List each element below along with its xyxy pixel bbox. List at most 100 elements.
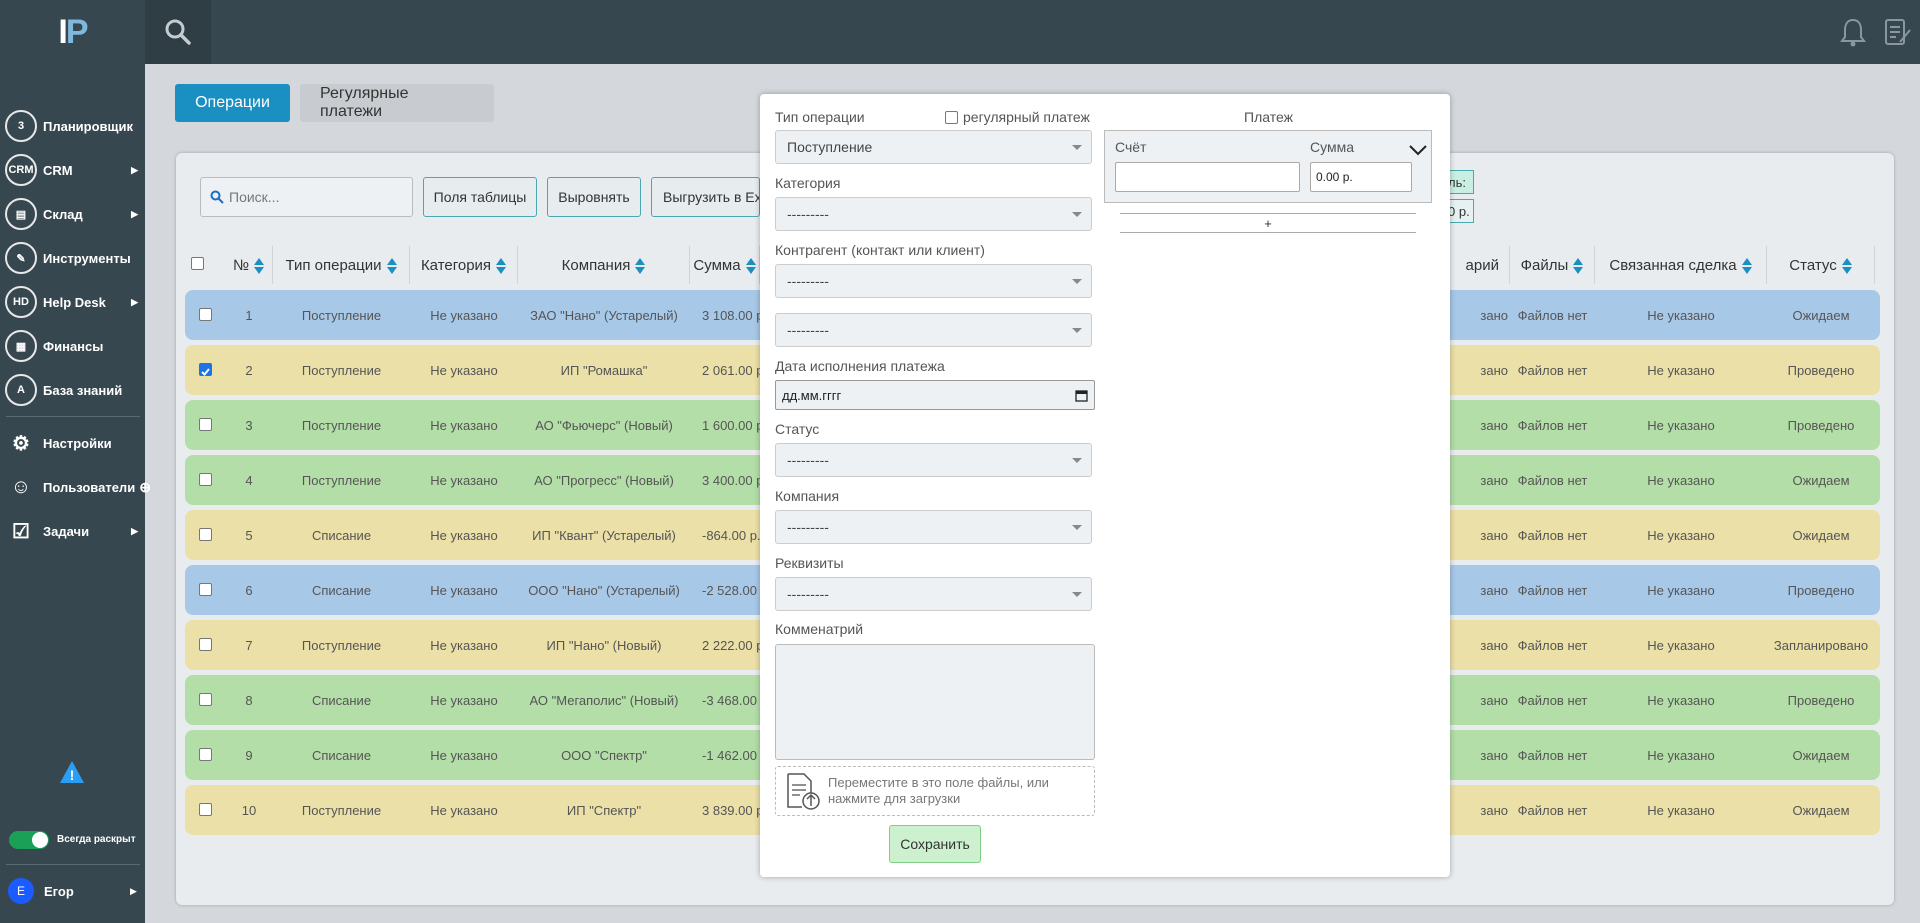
cell-files: Файлов нет <box>1517 417 1588 433</box>
row-checkbox[interactable] <box>199 528 212 541</box>
cell-category: Не указано <box>430 802 498 818</box>
requisites-select[interactable]: --------- <box>775 577 1092 611</box>
sidebar-item-users[interactable]: ☺ Пользователи ⊕ <box>0 469 151 505</box>
bell-icon[interactable] <box>1837 16 1869 48</box>
column-header-category[interactable]: Категория <box>410 246 518 284</box>
cell-files: Файлов нет <box>1517 692 1588 708</box>
counterparty-contact-select[interactable]: --------- <box>775 313 1092 347</box>
sidebar-item-label: Help Desk <box>43 294 106 310</box>
sort-icon[interactable] <box>249 256 265 274</box>
documents-icon[interactable] <box>1880 16 1912 48</box>
row-checkbox[interactable] <box>199 638 212 651</box>
user-name[interactable]: Егор <box>44 884 74 899</box>
cell-comment: зано <box>1480 747 1508 763</box>
file-dropzone[interactable]: Переместите в это поле файлы, или нажмит… <box>775 766 1095 816</box>
export-excel-button[interactable]: Выгрузить в Excel <box>651 177 760 217</box>
calendar-icon: 3 <box>5 110 37 142</box>
status-select[interactable]: --------- <box>775 443 1092 477</box>
row-checkbox[interactable] <box>199 748 212 761</box>
sidebar-item-wrench[interactable]: ✎ Инструменты <box>0 240 145 276</box>
avatar[interactable]: Е <box>8 878 34 904</box>
status-label: Статус <box>775 421 820 437</box>
column-header-type[interactable]: Тип операции <box>273 246 410 284</box>
cell-type: Списание <box>311 692 372 708</box>
chevron-down-icon <box>1072 145 1082 150</box>
always-open-toggle[interactable] <box>9 831 49 849</box>
category-select[interactable]: --------- <box>775 197 1092 231</box>
column-header-company[interactable]: Компания <box>518 246 690 284</box>
regular-payment-label: регулярный платеж <box>963 109 1090 125</box>
chevron-right-icon: ▶ <box>131 296 138 307</box>
sort-icon[interactable] <box>1568 256 1584 274</box>
counterparty-select[interactable]: --------- <box>775 264 1092 298</box>
account-input[interactable] <box>1115 162 1300 192</box>
cell-deal: Не указано <box>1647 362 1715 378</box>
row-checkbox[interactable] <box>199 693 212 706</box>
cell-num: 9 <box>245 747 253 763</box>
cell-status: Ожидаем <box>1792 472 1850 488</box>
comment-textarea[interactable] <box>775 644 1095 760</box>
cell-sum: 2 061.00 р. <box>702 362 760 378</box>
align-button[interactable]: Выровнять <box>547 177 641 217</box>
column-header-sum[interactable]: Сумма <box>690 246 760 284</box>
sidebar-item-helpdesk[interactable]: HD Help Desk ▶ <box>0 284 145 320</box>
row-checkbox[interactable] <box>199 803 212 816</box>
search-icon[interactable] <box>145 0 211 64</box>
column-header-num[interactable]: № <box>225 246 273 284</box>
sidebar-item-tasks[interactable]: ☑ Задачи ▶ <box>0 513 145 549</box>
sidebar-item-finance[interactable]: ▦ Финансы <box>0 328 145 364</box>
cell-category: Не указано <box>430 692 498 708</box>
select-all-checkbox[interactable] <box>191 257 204 270</box>
payment-title: Платеж <box>1244 109 1293 125</box>
row-checkbox[interactable] <box>199 363 212 376</box>
row-checkbox[interactable] <box>199 583 212 596</box>
user-menu-arrow-icon[interactable]: ▶ <box>130 886 137 897</box>
op-type-label: Тип операции <box>775 109 865 125</box>
logo-letter-p: P <box>65 12 89 51</box>
cell-files: Файлов нет <box>1517 747 1588 763</box>
cell-status: Проведено <box>1787 362 1855 378</box>
column-header-deal[interactable]: Связанная сделка <box>1595 246 1767 284</box>
cell-sum: -3 468.00 р. <box>702 692 760 708</box>
add-payment-button[interactable]: + <box>1120 213 1416 233</box>
tab-operations[interactable]: Операции <box>175 84 290 122</box>
sort-icon[interactable] <box>491 256 507 274</box>
cell-category: Не указано <box>430 472 498 488</box>
regular-payment-checkbox[interactable] <box>945 111 958 124</box>
company-select[interactable]: --------- <box>775 510 1092 544</box>
sort-icon[interactable] <box>1737 256 1752 274</box>
cell-status: Ожидаем <box>1792 307 1850 323</box>
column-header-files[interactable]: Файлы <box>1510 246 1595 284</box>
cell-status: Проведено <box>1787 417 1855 433</box>
warning-icon[interactable]: ! <box>59 760 85 784</box>
save-button[interactable]: Сохранить <box>889 825 981 863</box>
row-checkbox[interactable] <box>199 418 212 431</box>
sidebar-item-warehouse[interactable]: ▤ Склад ▶ <box>0 196 145 232</box>
column-header-comment[interactable]: арий <box>1450 246 1510 284</box>
cell-status: Запланировано <box>1773 637 1869 653</box>
sort-icon[interactable] <box>630 256 646 274</box>
sort-icon[interactable] <box>382 256 397 274</box>
sidebar-item-crm[interactable]: CRM CRM ▶ <box>0 152 145 188</box>
sidebar-item-knowledge[interactable]: A База знаний <box>0 372 145 408</box>
add-user-icon[interactable]: ⊕ <box>139 479 151 496</box>
calendar-icon[interactable] <box>1075 389 1088 402</box>
cell-files: Файлов нет <box>1517 362 1588 378</box>
table-fields-button[interactable]: Поля таблицы <box>423 177 537 217</box>
app-logo[interactable]: IP <box>0 0 145 64</box>
sum-input[interactable]: 0.00 р. <box>1310 162 1412 192</box>
search-input[interactable]: Поиск... <box>200 177 413 217</box>
sort-icon[interactable] <box>1837 256 1852 274</box>
sort-icon[interactable] <box>741 256 756 274</box>
op-type-select[interactable]: Поступление <box>775 130 1092 164</box>
sidebar-item-calendar[interactable]: 3 Планировщик <box>0 108 145 144</box>
row-checkbox[interactable] <box>199 308 212 321</box>
column-header-status[interactable]: Статус <box>1767 246 1875 284</box>
tab-regular-payments[interactable]: Регулярные платежи <box>300 84 494 122</box>
knowledge-icon: A <box>5 374 37 406</box>
cell-category: Не указано <box>430 362 498 378</box>
sidebar-item-gear[interactable]: ⚙ Настройки <box>0 425 145 461</box>
row-checkbox[interactable] <box>199 473 212 486</box>
date-input[interactable]: дд.мм.гггг <box>775 380 1095 410</box>
chevron-down-icon[interactable] <box>1408 144 1428 156</box>
